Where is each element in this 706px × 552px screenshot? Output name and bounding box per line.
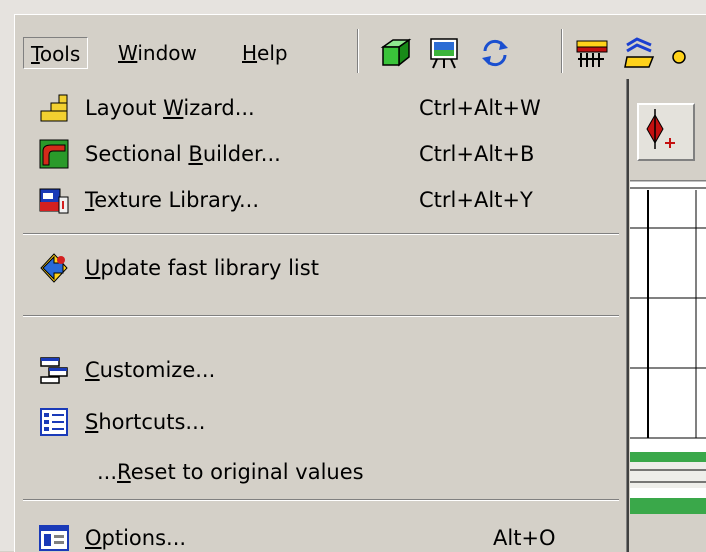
menu-item-texture-library[interactable]: Texture Library... Ctrl+Alt+Y — [15, 177, 615, 223]
menu-item-customize[interactable]: Customize... — [15, 347, 615, 393]
app-window: Tools Window Help Layout Wizard... Ctrl+… — [14, 14, 706, 552]
menu-tools[interactable]: Tools — [23, 37, 89, 69]
customize-icon — [39, 355, 69, 385]
menu-separator — [23, 233, 619, 235]
shortcuts-icon — [39, 407, 69, 437]
document-canvas[interactable] — [630, 178, 706, 552]
menu-separator — [23, 315, 619, 317]
sectional-builder-icon — [39, 139, 69, 169]
toolbar-separator — [357, 29, 359, 73]
shortcut-text: Ctrl+Alt+W — [419, 96, 541, 120]
grid-drawing — [630, 178, 706, 552]
add-point-button[interactable] — [637, 103, 695, 161]
shortcut-text: Ctrl+Alt+Y — [419, 188, 533, 212]
3d-box-icon[interactable] — [377, 35, 413, 71]
menu-item-sectional-builder[interactable]: Sectional Builder... Ctrl+Alt+B — [15, 131, 615, 177]
menu-separator — [23, 499, 619, 501]
update-library-icon — [39, 253, 69, 283]
shortcut-text: Alt+O — [493, 526, 556, 550]
shortcut-text: Ctrl+Alt+B — [419, 142, 535, 166]
yellow-tool-icon[interactable] — [671, 35, 706, 71]
tools-dropdown-menu: Layout Wizard... Ctrl+Alt+W Sectional Bu… — [15, 79, 629, 552]
menu-item-options[interactable]: Options... Alt+O — [15, 515, 615, 552]
toolbar-separator — [561, 29, 563, 73]
refresh-icon[interactable] — [477, 35, 513, 71]
menubar: Tools Window Help — [15, 15, 706, 79]
options-icon — [39, 523, 69, 552]
menu-item-update-library[interactable]: Update fast library list — [15, 245, 615, 291]
menu-item-shortcuts[interactable]: Shortcuts... — [15, 399, 615, 445]
layout-tool-icon[interactable] — [623, 35, 659, 71]
track-tool-icon[interactable] — [575, 35, 611, 71]
menu-item-layout-wizard[interactable]: Layout Wizard... Ctrl+Alt+W — [15, 85, 615, 131]
layout-wizard-icon — [39, 93, 69, 123]
scene-view-icon[interactable] — [427, 35, 463, 71]
menu-item-reset-values[interactable]: ...Reset to original values — [15, 449, 615, 495]
texture-library-icon — [39, 185, 69, 215]
menu-help[interactable]: Help — [235, 37, 295, 69]
menu-window[interactable]: Window — [111, 37, 204, 69]
add-point-icon — [646, 109, 675, 149]
